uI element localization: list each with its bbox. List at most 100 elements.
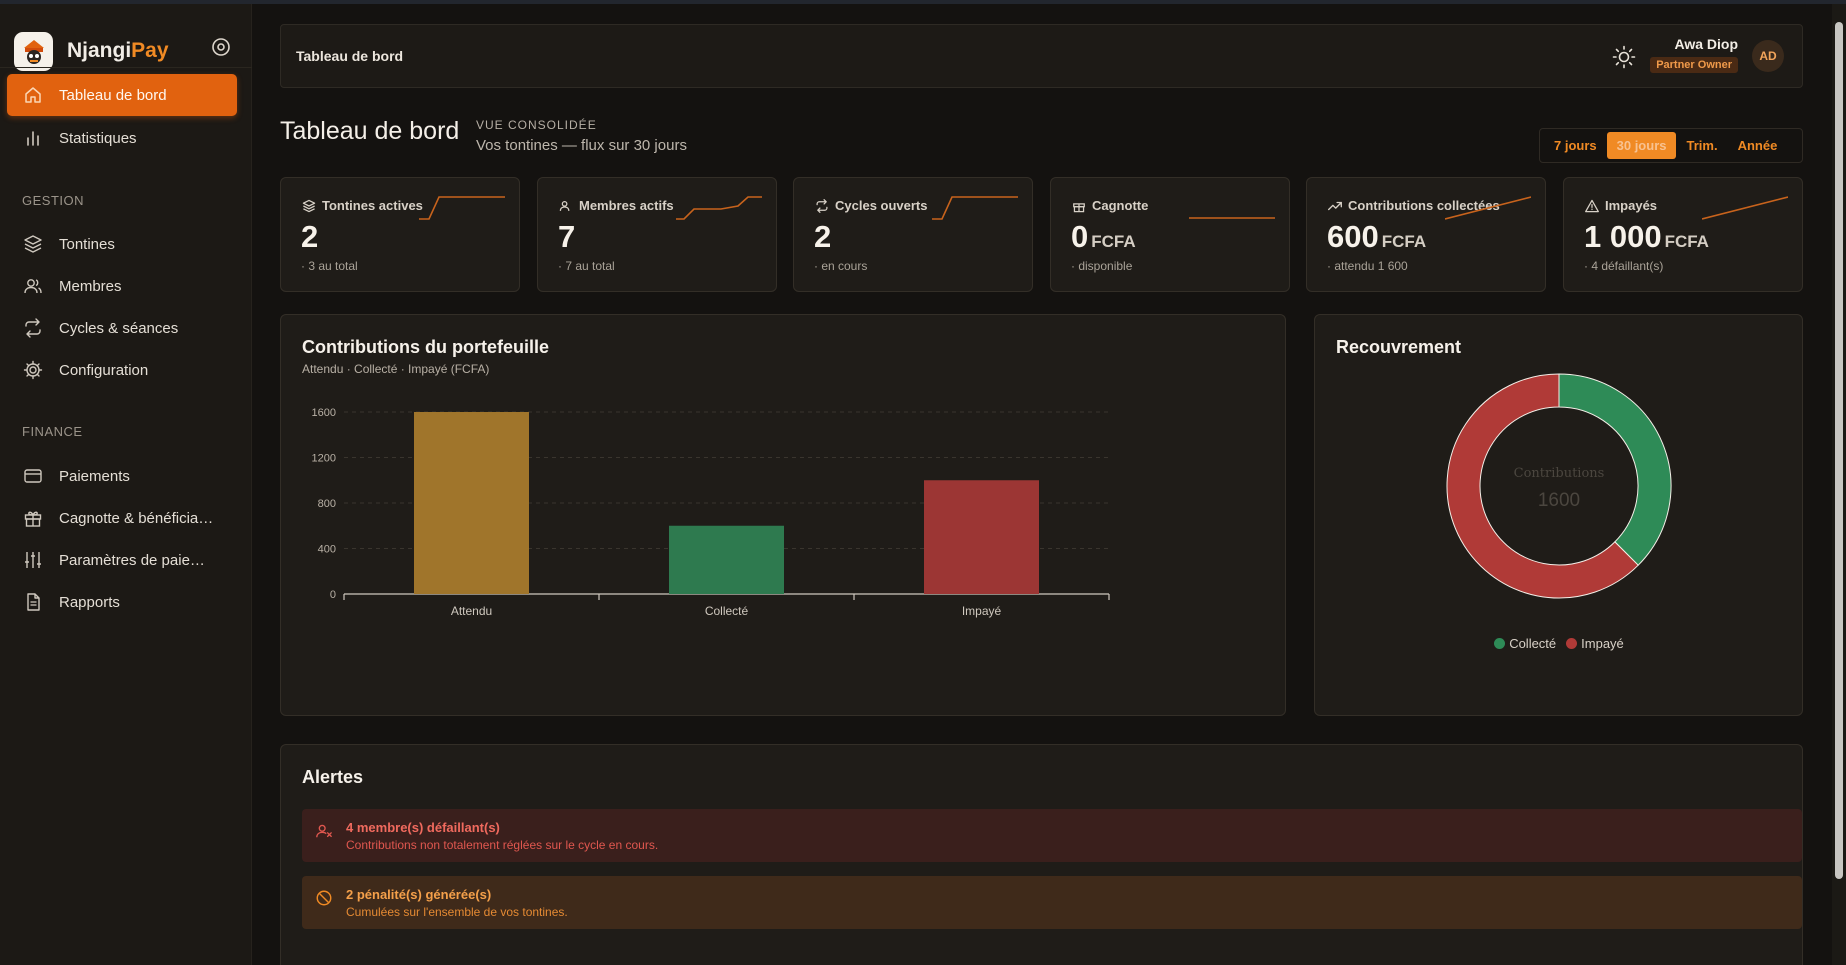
repeat-icon — [815, 198, 829, 213]
kpi-value-unit: FCFA — [1664, 232, 1709, 251]
kpi-card-tontines[interactable]: Tontines actives 2 · 3 au total — [280, 177, 520, 292]
gift-icon — [1072, 199, 1086, 213]
kpi-value: 2 — [301, 219, 318, 255]
gift-icon — [22, 507, 44, 529]
range-30-jours[interactable]: 30 jours — [1606, 132, 1677, 159]
legend-item-collecte[interactable]: Collecté — [1494, 636, 1556, 651]
kpi-card-contributions[interactable]: Contributions collectées 600 FCFA · atten… — [1306, 177, 1546, 292]
kpi-value-number: 1 000 — [1584, 219, 1662, 254]
bar-collecté — [669, 525, 784, 594]
kpi-title-text: Cycles ouverts — [835, 198, 928, 213]
sun-icon — [1612, 45, 1636, 69]
legend-dot — [1566, 638, 1578, 649]
kpi-title-text: Impayés — [1605, 198, 1658, 213]
window-top-bar — [0, 0, 1846, 4]
x-tick-label: Attendu — [451, 604, 492, 618]
y-tick-label: 1600 — [312, 407, 336, 419]
sidebar-item-configuration[interactable]: Configuration — [7, 349, 237, 391]
sidebar-item-tontines[interactable]: Tontines — [7, 223, 237, 265]
trending-up-icon — [1328, 199, 1342, 213]
sidebar-item-statistiques[interactable]: Statistiques — [7, 117, 237, 159]
kpi-card-membres[interactable]: Membres actifs 7 · 7 au total — [537, 177, 777, 292]
kpi-sparkline — [419, 196, 505, 220]
kpi-value: 600 FCFA — [1327, 219, 1426, 255]
kpi-title: Membres actifs — [559, 198, 674, 213]
alert-defaillants[interactable]: 4 membre(s) défaillant(s) Contributions … — [302, 809, 1802, 862]
top-header: Tableau de bord Awa Diop Partner Owner A… — [280, 24, 1803, 88]
recouvrement-panel: Recouvrement Contributions 1600 Collecté … — [1314, 314, 1803, 716]
sidebar-item-paiements[interactable]: Paiements — [7, 455, 237, 497]
sidebar-item-cycles[interactable]: Cycles & séances — [7, 307, 237, 349]
user-role-badge: Partner Owner — [1650, 57, 1738, 73]
kpi-title: Cagnotte — [1072, 198, 1148, 213]
kpi-card-impayes[interactable]: Impayés 1 000 FCFA · 4 défaillant(s) — [1563, 177, 1803, 292]
x-tick-label: Collecté — [705, 604, 749, 618]
donut-center-value: 1600 — [1538, 490, 1580, 511]
y-tick-label: 0 — [330, 589, 336, 601]
brand-name-main: Njangi — [67, 39, 132, 62]
sidebar: NjangiPay Tableau de bord Statistiques G… — [0, 4, 252, 965]
sidebar-item-label: Cagnotte & bénéficia… — [59, 509, 214, 527]
avatar[interactable]: AD — [1752, 40, 1784, 72]
layers-icon — [22, 233, 44, 255]
sidebar-item-label: Paramètres de paie… — [59, 551, 205, 569]
kpi-subtext: · en cours — [814, 259, 868, 273]
kpi-title: Tontines actives — [302, 198, 423, 213]
legend-label: Impayé — [1581, 636, 1624, 651]
donut-legend: Collecté Impayé — [1315, 636, 1803, 651]
range-selector: 7 jours 30 jours Trim. Année — [1539, 128, 1803, 163]
user-name: Awa Diop — [1674, 36, 1738, 52]
range-annee[interactable]: Année — [1728, 132, 1788, 159]
range-trimestre[interactable]: Trim. — [1676, 132, 1727, 159]
donut-center-label: Contributions — [1514, 466, 1605, 481]
sidebar-item-tableau-de-bord[interactable]: Tableau de bord — [7, 74, 237, 116]
users-icon — [559, 199, 573, 213]
brand-name: NjangiPay — [67, 39, 169, 63]
kpi-card-cycles[interactable]: Cycles ouverts 2 · en cours — [793, 177, 1033, 292]
sidebar-item-label: Rapports — [59, 593, 120, 611]
kpi-value: 7 — [558, 219, 575, 255]
kpi-card-cagnotte[interactable]: Cagnotte 0 FCFA · disponible — [1050, 177, 1290, 292]
kpi-sparkline — [1445, 196, 1531, 220]
page-title: Tableau de bord — [280, 117, 460, 145]
layers-icon — [302, 199, 316, 213]
sidebar-item-label: Tontines — [59, 235, 115, 253]
brand[interactable]: NjangiPay — [14, 31, 169, 71]
credit-card-icon — [22, 465, 44, 487]
kpi-sparkline — [1189, 217, 1275, 219]
sidebar-section-finance: FINANCE — [22, 424, 83, 439]
sidebar-item-membres[interactable]: Membres — [7, 265, 237, 307]
alerts-panel: Alertes 4 membre(s) défaillant(s) Contri… — [280, 744, 1803, 965]
y-tick-label: 1200 — [312, 453, 336, 465]
kpi-sparkline — [676, 196, 762, 220]
kpi-value: 1 000 FCFA — [1584, 219, 1709, 255]
range-7-jours[interactable]: 7 jours — [1544, 132, 1607, 159]
kpi-value-number: 2 — [814, 219, 832, 254]
scrollbar-thumb[interactable] — [1835, 22, 1843, 879]
collapse-sidebar-button[interactable] — [209, 35, 233, 59]
theme-toggle-button[interactable] — [1612, 45, 1636, 69]
legend-dot — [1494, 638, 1506, 649]
sidebar-item-cagnotte[interactable]: Cagnotte & bénéficia… — [7, 497, 237, 539]
kpi-title: Impayés — [1585, 198, 1657, 213]
kpi-subtext: · attendu 1 600 — [1327, 259, 1408, 273]
bar-impayé — [924, 480, 1039, 594]
sidebar-item-label: Paiements — [59, 467, 130, 485]
kpi-value-number: 2 — [301, 219, 319, 254]
brand-logo-icon — [14, 31, 53, 71]
sidebar-item-label: Tableau de bord — [59, 86, 167, 104]
legend-item-impaye[interactable]: Impayé — [1566, 636, 1624, 651]
document-icon — [22, 591, 44, 613]
alert-description: Contributions non totalement réglées sur… — [346, 838, 659, 852]
sidebar-item-label: Cycles & séances — [59, 319, 179, 337]
kpi-sparkline — [1702, 196, 1788, 220]
sliders-icon — [22, 549, 44, 571]
users-icon — [22, 275, 44, 297]
contributions-panel: Contributions du portefeuille Attendu · … — [280, 314, 1286, 716]
sidebar-item-rapports[interactable]: Rapports — [7, 581, 237, 623]
recouvrement-donut-chart: Contributions 1600 — [1446, 373, 1672, 599]
kpi-value-number: 600 — [1327, 219, 1379, 254]
alert-penalites[interactable]: 2 pénalité(s) générée(s) Cumulées sur l'… — [302, 876, 1802, 929]
sidebar-item-parametres-paiement[interactable]: Paramètres de paie… — [7, 539, 237, 581]
kpi-value-number: 0 — [1071, 219, 1089, 254]
